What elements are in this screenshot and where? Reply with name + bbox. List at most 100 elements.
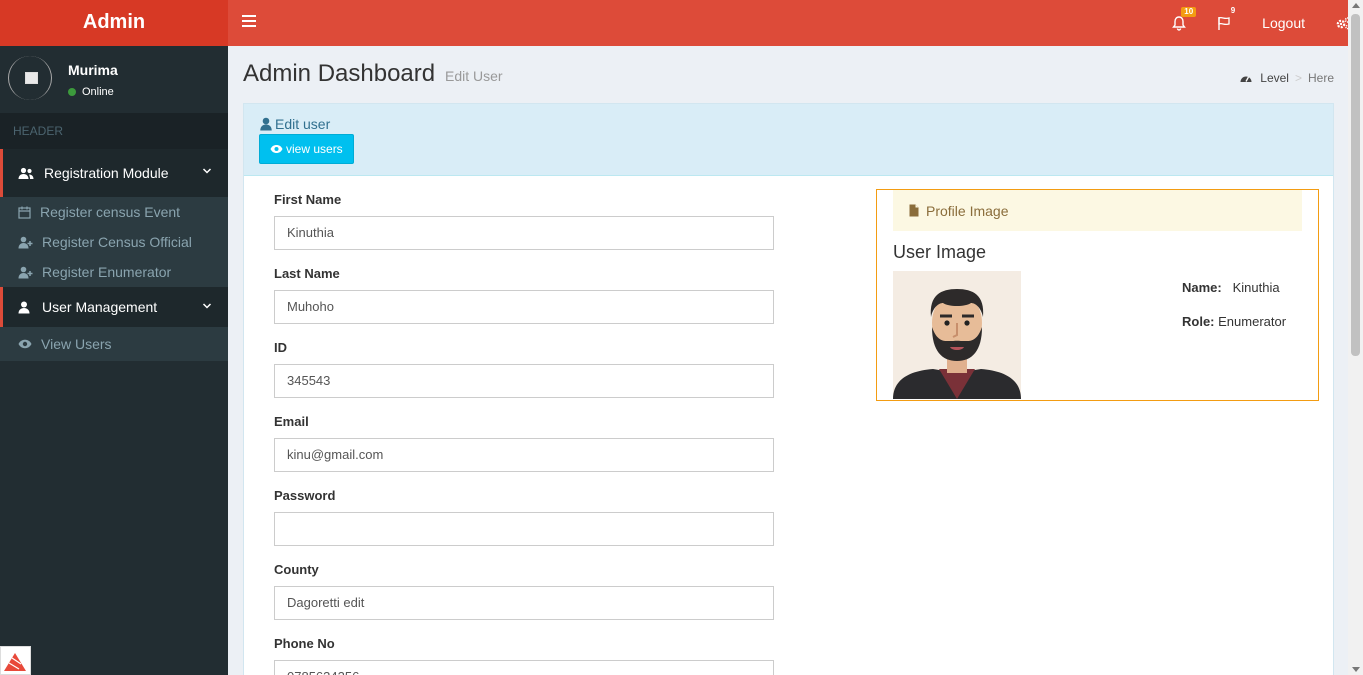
phone-label: Phone No: [274, 636, 335, 651]
notifications-badge: 10: [1181, 7, 1197, 17]
user-icon: [260, 117, 272, 131]
edit-user-box-header: Edit user view users: [244, 104, 1333, 176]
sidebar-item-label: Register Enumerator: [42, 264, 172, 280]
breadcrumb-level[interactable]: Level: [1260, 71, 1289, 85]
profile-panel: Profile Image User Image Name: Kinuthia …: [876, 189, 1319, 401]
role-value: Enumerator: [1218, 314, 1287, 329]
scrollbar-thumb[interactable]: [1351, 14, 1360, 356]
user-icon: [18, 301, 30, 313]
county-input[interactable]: Dagoretti edit: [274, 586, 774, 620]
user-plus-icon: [18, 236, 33, 248]
password-group: Password: [274, 486, 774, 560]
scroll-up-arrow-icon[interactable]: [1352, 3, 1360, 8]
sidebar-item-view-users[interactable]: View Users: [0, 327, 228, 361]
first-name-label: First Name: [274, 192, 342, 207]
email-group: Email kinu@gmail.com: [274, 412, 774, 486]
bell-icon: [1172, 15, 1187, 31]
last-name-label: Last Name: [274, 266, 340, 281]
password-input[interactable]: [274, 512, 774, 546]
calendar-icon: [18, 206, 31, 219]
flags-button[interactable]: 9: [1202, 0, 1246, 46]
chevron-down-icon: [202, 303, 212, 309]
eye-icon: [270, 145, 283, 153]
notifications-button[interactable]: 10: [1156, 0, 1202, 46]
last-name-group: Last Name Muhoho: [274, 264, 774, 338]
chevron-down-icon: [202, 168, 212, 174]
user-plus-icon: [18, 266, 33, 278]
user-management-submenu: View Users: [0, 327, 228, 361]
profile-panel-title: Profile Image: [926, 202, 1009, 219]
sidebar-item-register-census-event[interactable]: Register census Event: [0, 197, 228, 227]
first-name-input[interactable]: Kinuthia: [274, 216, 774, 250]
id-input[interactable]: 345543: [274, 364, 774, 398]
content-header: Admin Dashboard Edit User: [243, 60, 503, 88]
sidebar-item-register-enumerator[interactable]: Register Enumerator: [0, 257, 228, 287]
scroll-down-arrow-icon[interactable]: [1352, 667, 1360, 672]
page-scrollbar[interactable]: [1348, 0, 1363, 675]
sidebar-item-label: Register census Event: [40, 204, 181, 220]
broken-image-icon: [25, 72, 38, 84]
sidebar-item-label: Register Census Official: [42, 234, 192, 250]
last-name-input[interactable]: Muhoho: [274, 290, 774, 324]
eye-icon: [18, 339, 32, 349]
user-panel: Murima Online: [0, 46, 228, 113]
role-label: Role:: [1182, 314, 1215, 329]
user-status: Online: [68, 86, 114, 98]
user-name-row: Name: Kinuthia: [1182, 280, 1286, 314]
breadcrumb-separator: >: [1294, 71, 1302, 85]
sidebar-item-register-census-official[interactable]: Register Census Official: [0, 227, 228, 257]
view-users-button[interactable]: view users: [259, 134, 354, 164]
sidebar-user-name: Murima: [68, 62, 118, 78]
logout-link[interactable]: Logout: [1246, 0, 1323, 46]
portrait-illustration: [893, 271, 1021, 399]
avatar: [8, 56, 52, 100]
sidebar-toggle-icon[interactable]: [242, 15, 256, 29]
view-users-label: view users: [286, 142, 343, 156]
extension-logo-icon: [4, 653, 26, 671]
password-label: Password: [274, 488, 336, 503]
page-title: Admin Dashboard: [243, 60, 436, 87]
breadcrumb-here: Here: [1307, 71, 1334, 85]
id-group: ID 345543: [274, 338, 774, 412]
extension-icon[interactable]: [0, 646, 31, 675]
sidebar-header: HEADER: [0, 113, 228, 149]
edit-user-title-text: Edit user: [275, 116, 331, 132]
sidebar-group-label: Registration Module: [44, 165, 169, 181]
flags-badge: 9: [1230, 6, 1236, 15]
app-logo[interactable]: Admin: [0, 0, 228, 46]
phone-group: Phone No 0785634256: [274, 634, 774, 675]
user-image-title: User Image: [893, 242, 987, 262]
profile-panel-header: Profile Image: [893, 190, 1302, 231]
phone-input[interactable]: 0785634256: [274, 660, 774, 675]
name-value: Kinuthia: [1232, 280, 1280, 295]
dashboard-icon: [1240, 76, 1252, 82]
sidebar-group-label: User Management: [42, 299, 158, 315]
user-role-row: Role: Enumerator: [1182, 314, 1286, 348]
edit-user-box: Edit user view users First Name Kinuthia…: [243, 103, 1334, 675]
top-navbar: 10 9 Logout: [228, 0, 1363, 46]
breadcrumb: Level > Here: [1240, 71, 1334, 85]
sidebar-group-registration[interactable]: Registration Module: [0, 149, 228, 197]
file-icon: [909, 204, 919, 217]
online-dot-icon: [68, 88, 76, 96]
users-icon: [18, 167, 34, 179]
edit-user-title: Edit user: [260, 116, 330, 132]
navbar-right: 10 9 Logout: [1156, 0, 1363, 46]
edit-user-form: First Name Kinuthia Last Name Muhoho ID …: [274, 190, 774, 675]
sidebar-item-label: View Users: [41, 336, 112, 352]
name-label: Name:: [1182, 280, 1222, 295]
id-label: ID: [274, 340, 287, 355]
user-info: Name: Kinuthia Role: Enumerator: [1182, 280, 1286, 348]
first-name-group: First Name Kinuthia: [274, 190, 774, 264]
registration-submenu: Register census Event Register Census Of…: [0, 197, 228, 287]
email-label: Email: [274, 414, 309, 429]
email-input[interactable]: kinu@gmail.com: [274, 438, 774, 472]
flag-icon: [1218, 16, 1230, 30]
sidebar: Murima Online HEADER Registration Module…: [0, 46, 228, 675]
sidebar-group-user-management[interactable]: User Management: [0, 287, 228, 327]
county-group: County Dagoretti edit: [274, 560, 774, 634]
user-status-label: Online: [82, 86, 114, 98]
user-portrait-image: [893, 271, 1021, 399]
county-label: County: [274, 562, 319, 577]
page-subtitle: Edit User: [445, 68, 503, 84]
